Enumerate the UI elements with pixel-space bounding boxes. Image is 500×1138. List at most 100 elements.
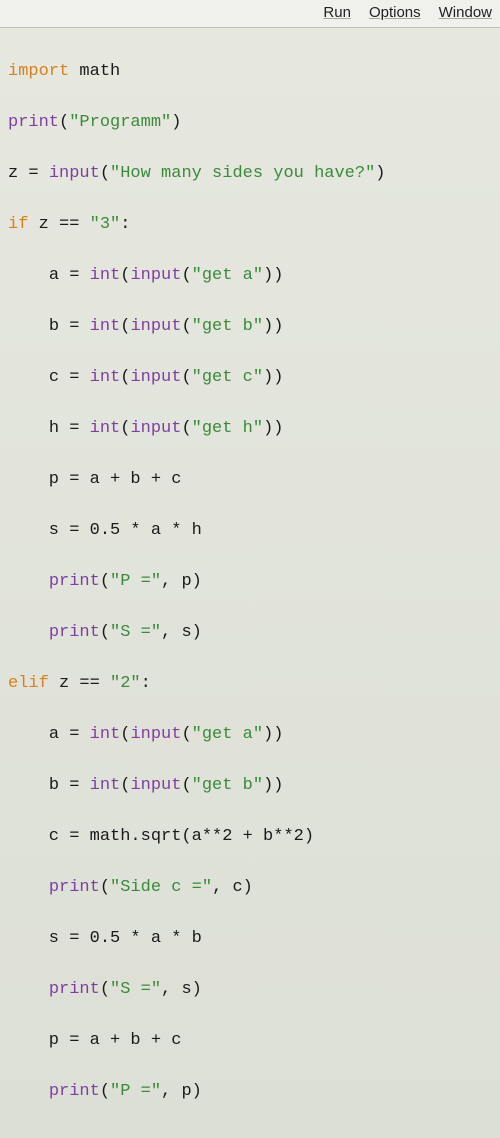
code-line-17: print("Side c =", c): [8, 875, 492, 901]
builtin-print: print: [8, 113, 59, 132]
code-line-18: s = 0.5 * a * b: [8, 926, 492, 952]
menu-bar: Run Options Window: [0, 0, 500, 28]
statement: p = a + b + c: [8, 1031, 181, 1050]
indent: [8, 317, 49, 336]
code-line-21: print("P =", p): [8, 1079, 492, 1105]
code-line-20: p = a + b + c: [8, 1028, 492, 1054]
condition: z ==: [28, 215, 89, 234]
indent: [8, 623, 49, 642]
builtin-int: int: [90, 368, 121, 387]
keyword-if: if: [8, 215, 28, 234]
string-literal: "3": [90, 215, 121, 234]
indent: [8, 1082, 49, 1101]
paren: (: [181, 725, 191, 744]
paren: (: [181, 419, 191, 438]
string-literal: "get h": [192, 419, 263, 438]
assignment: z =: [8, 164, 49, 183]
menu-run[interactable]: Run: [323, 2, 351, 25]
builtin-int: int: [90, 725, 121, 744]
code-line-11: print("P =", p): [8, 569, 492, 595]
paren: )): [263, 725, 283, 744]
builtin-print: print: [49, 980, 100, 999]
args: , c): [212, 878, 253, 897]
condition: z ==: [49, 674, 110, 693]
indent: [8, 980, 49, 999]
paren: (: [100, 980, 110, 999]
menu-options[interactable]: Options: [369, 2, 421, 25]
code-line-2: print("Programm"): [8, 110, 492, 136]
paren: (: [181, 776, 191, 795]
builtin-print: print: [49, 623, 100, 642]
builtin-int: int: [90, 419, 121, 438]
code-line-8: h = int(input("get h")): [8, 416, 492, 442]
code-line-16: c = math.sqrt(a**2 + b**2): [8, 824, 492, 850]
paren: )): [263, 419, 283, 438]
paren: (: [120, 368, 130, 387]
code-line-4: if z == "3":: [8, 212, 492, 238]
paren: (: [120, 419, 130, 438]
paren: (: [181, 317, 191, 336]
string-literal: "P =": [110, 572, 161, 591]
code-line-12: print("S =", s): [8, 620, 492, 646]
paren: (: [100, 164, 110, 183]
string-literal: "S =": [110, 623, 161, 642]
assignment: b =: [49, 317, 90, 336]
builtin-input: input: [49, 164, 100, 183]
paren: ): [375, 164, 385, 183]
indent: [8, 776, 49, 795]
args: , p): [161, 1082, 202, 1101]
statement: s = 0.5 * a * b: [8, 929, 202, 948]
statement: c = math.sqrt(a**2 + b**2): [8, 827, 314, 846]
string-literal: "get b": [192, 317, 263, 336]
builtin-input: input: [130, 776, 181, 795]
paren: (: [120, 317, 130, 336]
menu-window[interactable]: Window: [439, 2, 492, 25]
indent: [8, 725, 49, 744]
indent: [8, 368, 49, 387]
paren: )): [263, 776, 283, 795]
colon: :: [120, 215, 130, 234]
code-line-10: s = 0.5 * a * h: [8, 518, 492, 544]
indent: [8, 878, 49, 897]
indent: [8, 572, 49, 591]
code-line-7: c = int(input("get c")): [8, 365, 492, 391]
paren: (: [181, 368, 191, 387]
builtin-input: input: [130, 266, 181, 285]
module-name: math: [69, 62, 120, 81]
code-editor[interactable]: import math print("Programm") z = input(…: [0, 28, 500, 1138]
string-literal: "get a": [192, 266, 263, 285]
code-line-13: elif z == "2":: [8, 671, 492, 697]
string-literal: "get a": [192, 725, 263, 744]
keyword-import: import: [8, 62, 69, 81]
string-literal: "2": [110, 674, 141, 693]
paren: (: [120, 725, 130, 744]
colon: :: [141, 674, 151, 693]
args: , s): [161, 623, 202, 642]
string-literal: "How many sides you have?": [110, 164, 375, 183]
code-line-3: z = input("How many sides you have?"): [8, 161, 492, 187]
paren: (: [100, 623, 110, 642]
builtin-print: print: [49, 878, 100, 897]
assignment: c =: [49, 368, 90, 387]
paren: (: [100, 878, 110, 897]
code-line-15: b = int(input("get b")): [8, 773, 492, 799]
code-line-9: p = a + b + c: [8, 467, 492, 493]
statement: s = 0.5 * a * h: [8, 521, 202, 540]
string-literal: "Programm": [69, 113, 171, 132]
paren: (: [59, 113, 69, 132]
string-literal: "P =": [110, 1082, 161, 1101]
paren: (: [100, 572, 110, 591]
builtin-int: int: [90, 266, 121, 285]
builtin-input: input: [130, 317, 181, 336]
assignment: b =: [49, 776, 90, 795]
code-line-6: b = int(input("get b")): [8, 314, 492, 340]
assignment: a =: [49, 266, 90, 285]
paren: ): [171, 113, 181, 132]
paren: (: [181, 266, 191, 285]
code-line-19: print("S =", s): [8, 977, 492, 1003]
paren: (: [100, 1082, 110, 1101]
statement: p = a + b + c: [8, 470, 181, 489]
string-literal: "get b": [192, 776, 263, 795]
args: , s): [161, 980, 202, 999]
indent: [8, 419, 49, 438]
